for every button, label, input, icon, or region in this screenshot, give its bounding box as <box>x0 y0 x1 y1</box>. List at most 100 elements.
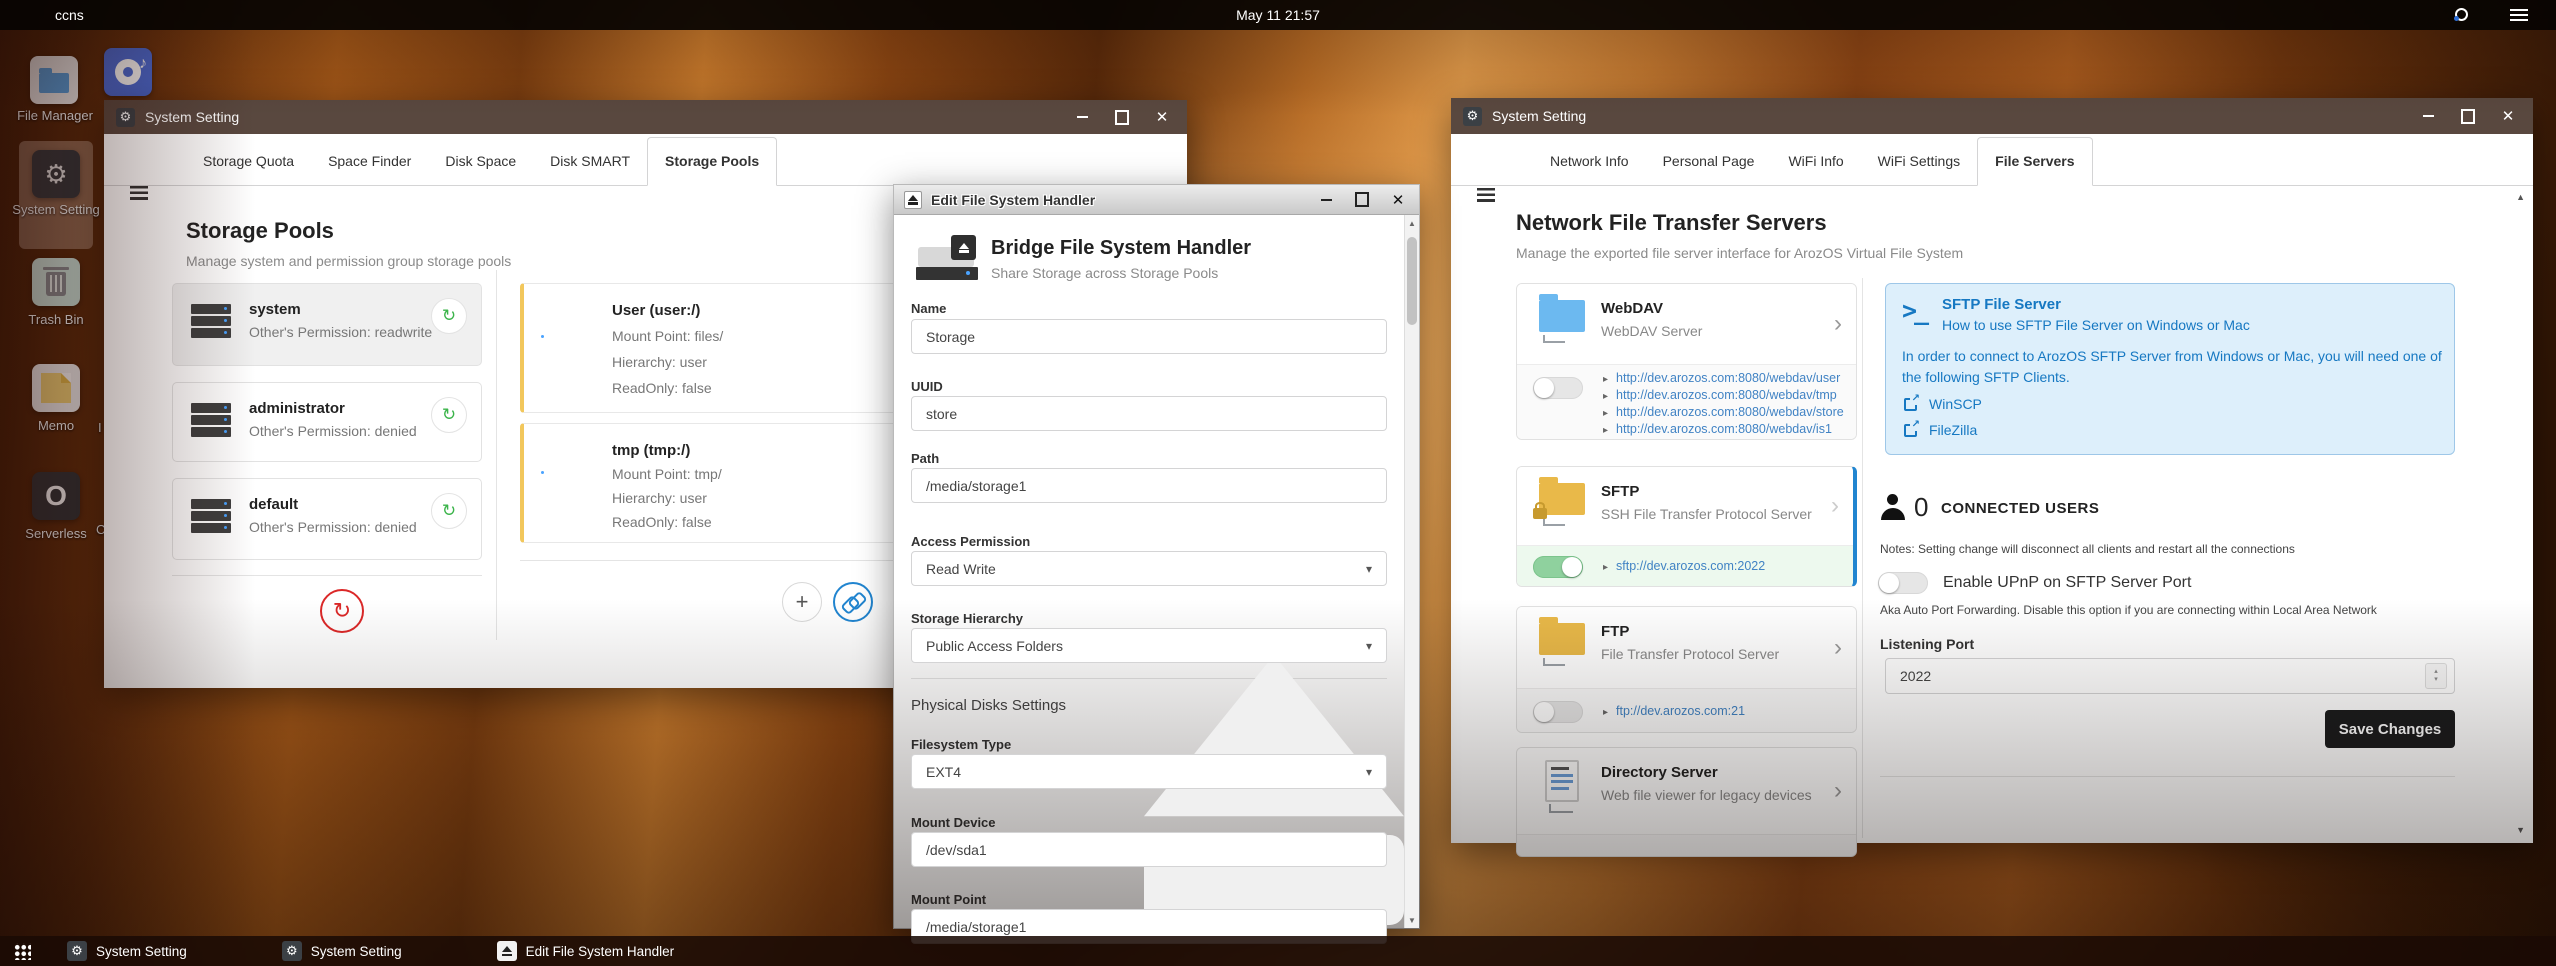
hamburger-icon[interactable] <box>1477 188 1495 202</box>
tab-personal-page[interactable]: Personal Page <box>1646 137 1772 185</box>
mount-device-label: Mount Device <box>911 815 996 830</box>
ftp-link[interactable]: ftp://dev.arozos.com:21 <box>1603 704 1745 718</box>
path-input[interactable] <box>911 468 1387 503</box>
user-icon <box>1880 494 1906 520</box>
upnp-toggle[interactable] <box>1878 572 1928 594</box>
access-permission-select[interactable]: Read Write ▾ <box>911 551 1387 586</box>
client-link-winscp[interactable]: WinSCP <box>1904 393 1982 412</box>
name-input[interactable] <box>911 319 1387 354</box>
desktop: ccns May 11 21:57 File Manager System Se… <box>0 0 2556 966</box>
ftp-toggle[interactable] <box>1533 701 1583 723</box>
client-link-filezilla[interactable]: FileZilla <box>1904 419 1977 438</box>
task-system-setting-1[interactable]: System Setting <box>67 941 187 961</box>
filesystem-type-select[interactable]: EXT4 ▾ <box>911 754 1387 789</box>
service-desc: File Transfer Protocol Server <box>1601 646 1780 662</box>
drive-icon <box>548 332 602 350</box>
access-permission-label: Access Permission <box>911 534 1031 549</box>
mount-device-input[interactable] <box>911 832 1387 867</box>
file-manager-shortcut[interactable] <box>30 56 78 104</box>
service-card-webdav[interactable]: WebDAV WebDAV Server › http://dev.arozos… <box>1516 283 1857 440</box>
tab-wifi-info[interactable]: WiFi Info <box>1771 137 1860 185</box>
maximize-button[interactable] <box>2461 109 2475 123</box>
connected-users-label: CONNECTED USERS <box>1941 500 2100 517</box>
titlebar[interactable]: System Setting <box>104 100 1187 134</box>
tab-storage-pools[interactable]: Storage Pools <box>647 137 778 186</box>
task-system-setting-2[interactable]: System Setting <box>281 941 402 961</box>
hamburger-icon[interactable] <box>130 186 148 200</box>
tab-disk-smart[interactable]: Disk SMART <box>533 137 647 185</box>
bridge-mount-button[interactable] <box>833 582 873 622</box>
minimize-button[interactable] <box>2421 109 2435 123</box>
service-card-ftp[interactable]: FTP File Transfer Protocol Server › ftp:… <box>1516 606 1857 733</box>
media-app-shortcut[interactable] <box>104 48 152 96</box>
external-link-icon <box>1904 393 1920 411</box>
scrollbar-thumb[interactable] <box>1407 237 1417 325</box>
refresh-pool-button[interactable] <box>431 298 467 334</box>
sftp-toggle[interactable] <box>1533 556 1583 578</box>
tab-storage-quota[interactable]: Storage Quota <box>186 137 311 185</box>
app-launcher-icon[interactable] <box>14 942 31 960</box>
titlebar[interactable]: System Setting <box>1451 98 2533 134</box>
webdav-link[interactable]: http://dev.arozos.com:8080/webdav/store <box>1603 405 1844 419</box>
webdav-link[interactable]: http://dev.arozos.com:8080/webdav/is1 <box>1603 422 1832 436</box>
connected-users-notes: Notes: Setting change will disconnect al… <box>1880 542 2295 556</box>
webdav-link[interactable]: http://dev.arozos.com:8080/webdav/tmp <box>1603 388 1837 402</box>
listening-port-input[interactable] <box>1885 658 2455 694</box>
minimize-button[interactable] <box>1075 110 1089 124</box>
uuid-input[interactable] <box>911 396 1387 431</box>
maximize-button[interactable] <box>1355 193 1369 207</box>
chevron-right-icon[interactable]: › <box>1834 777 1842 805</box>
hidden-icon-label: I <box>98 420 102 435</box>
close-button[interactable] <box>2501 109 2515 123</box>
maximize-button[interactable] <box>1115 110 1129 124</box>
storage-hierarchy-select[interactable]: Public Access Folders ▾ <box>911 628 1387 663</box>
chevron-right-icon[interactable]: › <box>1834 310 1842 338</box>
chevron-right-icon[interactable]: › <box>1831 492 1839 520</box>
window-system-setting-servers: System Setting Network Info Personal Pag… <box>1451 98 2533 857</box>
serverless-shortcut[interactable]: O <box>32 472 80 520</box>
scroll-up-arrow[interactable]: ▲ <box>2516 192 2525 202</box>
refresh-pool-button[interactable] <box>431 493 467 529</box>
number-spinner[interactable]: ▴ ▾ <box>2425 663 2447 689</box>
sftp-link[interactable]: sftp://dev.arozos.com:2022 <box>1603 559 1765 573</box>
reload-all-pools-button[interactable] <box>320 589 364 633</box>
close-button[interactable] <box>1155 110 1169 124</box>
service-card-directory[interactable]: Directory Server Web file viewer for leg… <box>1516 747 1857 857</box>
scroll-down-arrow[interactable]: ▼ <box>2516 825 2525 835</box>
connected-users-count: 0 <box>1914 492 1929 522</box>
tab-disk-space[interactable]: Disk Space <box>428 137 533 185</box>
close-button[interactable] <box>1391 193 1405 207</box>
mount-name: User (user:/) <box>612 302 701 319</box>
server-stack-icon <box>191 403 231 437</box>
tab-wifi-settings[interactable]: WiFi Settings <box>1861 137 1977 185</box>
external-link-icon <box>1904 419 1920 437</box>
scroll-down-arrow[interactable]: ▼ <box>1405 912 1419 928</box>
scroll-up-arrow[interactable]: ▲ <box>1405 215 1419 231</box>
tab-network-info[interactable]: Network Info <box>1533 137 1646 185</box>
task-edit-fs-handler[interactable]: Edit File System Handler <box>496 941 674 961</box>
menu-icon[interactable] <box>2510 9 2528 21</box>
webdav-toggle[interactable] <box>1533 377 1583 399</box>
terminal-icon: >_ <box>1902 296 1929 325</box>
chevron-right-icon[interactable]: › <box>1834 634 1842 662</box>
titlebar[interactable]: Edit File System Handler <box>894 185 1419 215</box>
tab-space-finder[interactable]: Space Finder <box>311 137 428 185</box>
minimize-button[interactable] <box>1319 193 1333 207</box>
system-setting-shortcut[interactable] <box>32 150 80 198</box>
scrollbar[interactable]: ▲ ▼ <box>1404 215 1419 928</box>
storage-hierarchy-label: Storage Hierarchy <box>911 611 1023 626</box>
webdav-link[interactable]: http://dev.arozos.com:8080/webdav/user <box>1603 371 1840 385</box>
tab-file-servers[interactable]: File Servers <box>1977 137 2093 186</box>
pool-card-administrator[interactable]: administrator Other's Permission: denied <box>172 382 482 462</box>
save-changes-button[interactable]: Save Changes <box>2325 710 2455 748</box>
pool-card-system[interactable]: system Other's Permission: readwrite <box>172 283 482 366</box>
mount-hierarchy: Hierarchy: user <box>612 354 707 370</box>
memo-shortcut[interactable] <box>32 364 80 412</box>
add-mount-button[interactable]: + <box>782 582 822 622</box>
trash-bin-shortcut[interactable] <box>32 258 80 306</box>
status-ring-icon[interactable] <box>2454 8 2468 21</box>
pool-card-default[interactable]: default Other's Permission: denied <box>172 478 482 560</box>
refresh-pool-button[interactable] <box>431 397 467 433</box>
service-card-sftp[interactable]: SFTP SSH File Transfer Protocol Server ›… <box>1516 466 1857 587</box>
pool-name: default <box>249 496 299 513</box>
